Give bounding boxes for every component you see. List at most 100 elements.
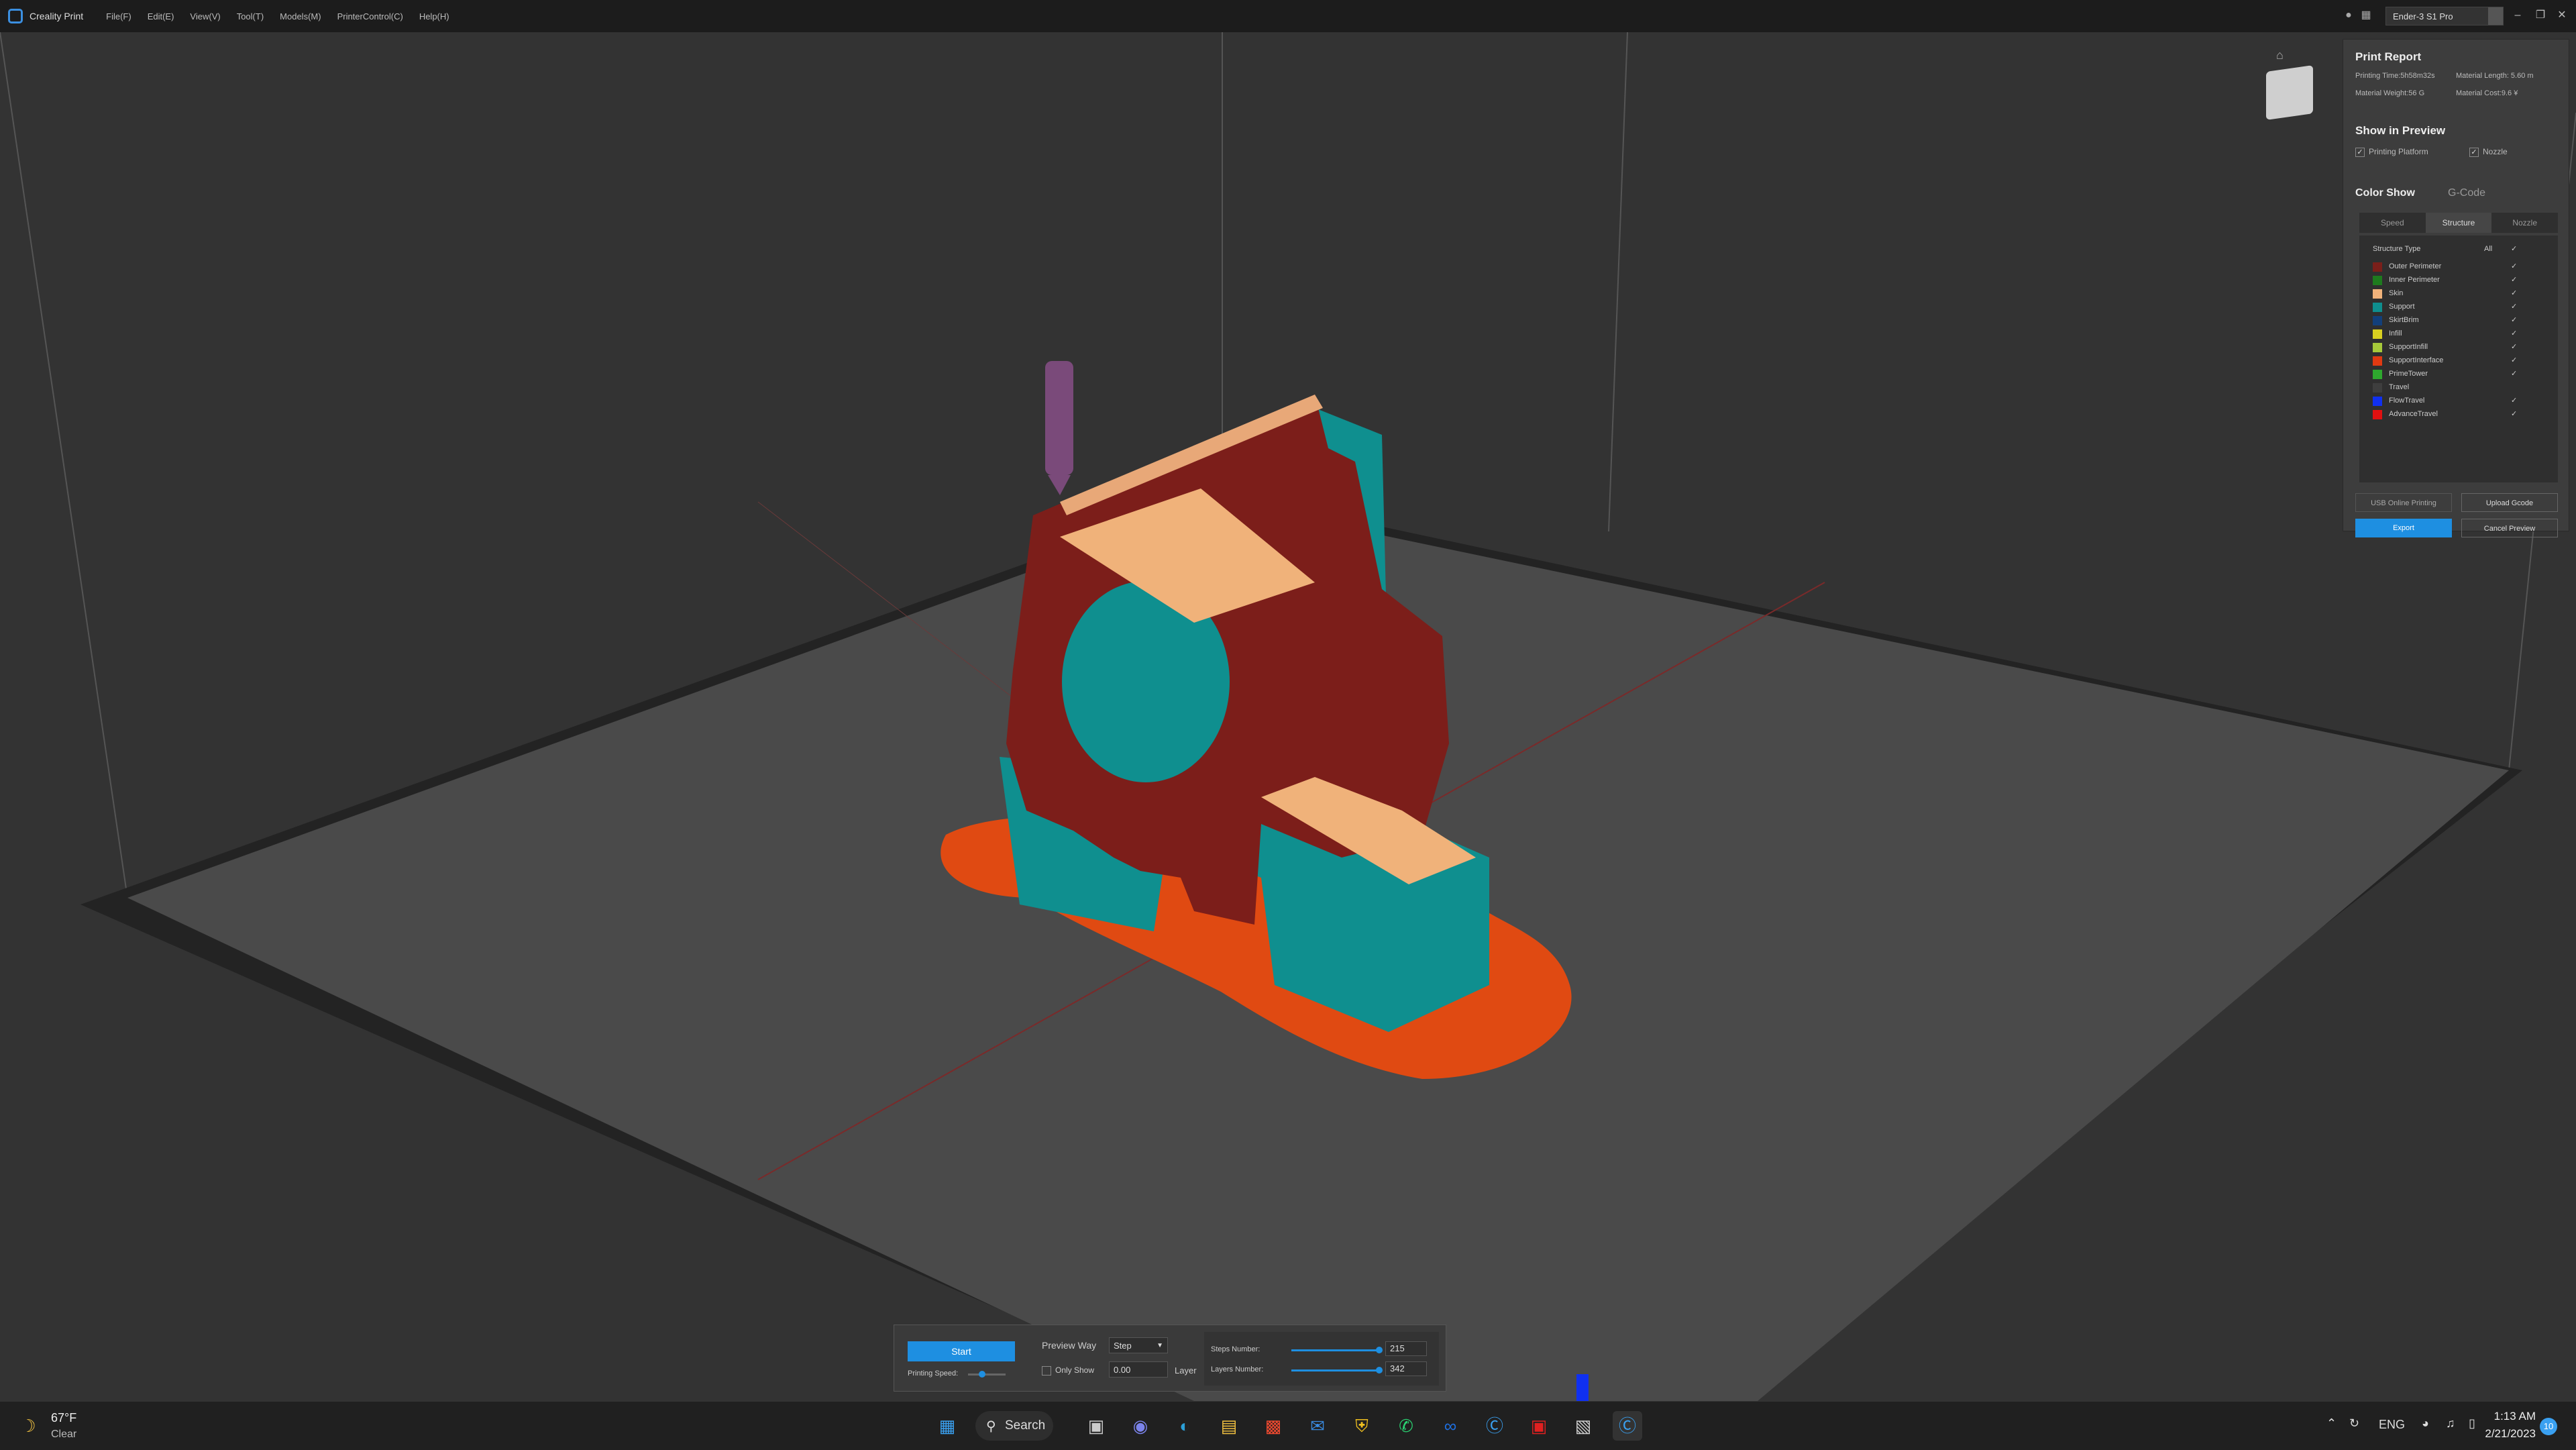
store-icon[interactable]: ▩ <box>1258 1411 1288 1441</box>
steps-number-input[interactable]: 215 <box>1385 1341 1427 1356</box>
legend-item-label: Skin <box>2389 289 2404 297</box>
search-button[interactable]: ⚲ Search <box>975 1411 1053 1441</box>
menu-tool[interactable]: Tool(T) <box>237 11 264 21</box>
menu-view[interactable]: View(V) <box>190 11 220 21</box>
upload-gcode-button[interactable]: Upload Gcode <box>2461 493 2558 512</box>
usb-online-printing-button[interactable]: USB Online Printing <box>2355 493 2452 512</box>
restore-button[interactable]: ❐ <box>2533 8 2548 23</box>
legend-item-label: AdvanceTravel <box>2389 410 2438 418</box>
menu-models[interactable]: Models(M) <box>280 11 321 21</box>
task-view-icon[interactable]: ▣ <box>1081 1411 1111 1441</box>
steps-slider[interactable] <box>1291 1349 1379 1351</box>
notification-badge[interactable]: 10 <box>2540 1418 2557 1435</box>
legend-item[interactable]: SupportInfill ✓ <box>2373 340 2554 354</box>
view-cube[interactable] <box>2266 65 2313 120</box>
3d-viewport[interactable]: ⌂ <box>0 32 2576 1401</box>
app-icon[interactable]: ∞ <box>1436 1411 1465 1441</box>
tab-nozzle[interactable]: Nozzle <box>2491 213 2558 233</box>
legend-item[interactable]: Travel <box>2373 380 2554 394</box>
check-icon[interactable]: ✓ <box>2511 354 2517 367</box>
creality-icon[interactable]: Ⓒ <box>1480 1411 1509 1441</box>
legend-item[interactable]: SkirtBrim ✓ <box>2373 313 2554 327</box>
layers-slider[interactable] <box>1291 1369 1379 1371</box>
cancel-preview-button[interactable]: Cancel Preview <box>2461 519 2558 537</box>
legend-item[interactable]: Infill ✓ <box>2373 327 2554 340</box>
shield-icon[interactable]: ⛨ <box>1347 1411 1377 1441</box>
layers-slider-knob[interactable] <box>1376 1367 1383 1374</box>
wifi-icon[interactable]: ◕ <box>2422 1416 2429 1431</box>
check-icon[interactable]: ✓ <box>2511 260 2517 273</box>
library-icon[interactable]: ▦ <box>2360 9 2372 21</box>
printing-platform-label: Printing Platform <box>2369 147 2428 156</box>
home-icon[interactable]: ⌂ <box>2276 48 2290 62</box>
check-icon[interactable]: ✓ <box>2511 340 2517 354</box>
printing-platform-checkbox[interactable]: ✓ Printing Platform <box>2355 147 2428 157</box>
menu-edit[interactable]: Edit(E) <box>148 11 174 21</box>
clock-date[interactable]: 2/21/2023 <box>2473 1427 2536 1441</box>
steps-number-value: 215 <box>1390 1343 1405 1353</box>
legend-item[interactable]: AdvanceTravel ✓ <box>2373 407 2554 421</box>
language-indicator[interactable]: ENG <box>2379 1418 2405 1432</box>
legend-item[interactable]: Outer Perimeter ✓ <box>2373 260 2554 273</box>
legend-item[interactable]: Inner Perimeter ✓ <box>2373 273 2554 287</box>
whatsapp-icon[interactable]: ✆ <box>1391 1411 1421 1441</box>
printing-speed-track[interactable] <box>968 1374 1006 1376</box>
steps-slider-knob[interactable] <box>1376 1347 1383 1353</box>
check-icon[interactable]: ✓ <box>2511 273 2517 287</box>
check-icon[interactable]: ✓ <box>2511 407 2517 421</box>
legend-item[interactable]: FlowTravel ✓ <box>2373 394 2554 407</box>
edge-icon[interactable]: ◐ <box>1170 1411 1199 1441</box>
tab-structure[interactable]: Structure <box>2425 213 2492 233</box>
start-menu-icon[interactable]: ▦ <box>932 1411 962 1441</box>
menu-file[interactable]: File(F) <box>106 11 131 21</box>
preview-way-select[interactable]: Step ▼ <box>1109 1337 1168 1353</box>
only-show-input[interactable]: 0.00 <box>1109 1361 1168 1378</box>
menu-printer-control[interactable]: PrinterControl(C) <box>337 11 403 21</box>
sync-icon[interactable]: ↻ <box>2349 1416 2359 1431</box>
printing-speed-knob[interactable] <box>979 1371 985 1378</box>
creality-print-active-icon[interactable]: Ⓒ <box>1613 1411 1642 1441</box>
printer-select[interactable]: Ender-3 S1 Pro <box>2385 7 2504 25</box>
color-swatch <box>2373 262 2382 272</box>
gcode-label[interactable]: G-Code <box>2448 187 2485 199</box>
teams-icon[interactable]: ◉ <box>1126 1411 1155 1441</box>
mail-icon[interactable]: ✉ <box>1303 1411 1332 1441</box>
check-icon[interactable]: ✓ <box>2511 287 2517 300</box>
check-icon[interactable]: ✓ <box>2511 327 2517 340</box>
nozzle-checkbox[interactable]: ✓ Nozzle <box>2469 147 2508 157</box>
legend-item[interactable]: Support ✓ <box>2373 300 2554 313</box>
user-icon[interactable]: ● <box>2343 9 2355 21</box>
file-explorer-icon[interactable]: ▤ <box>1214 1411 1244 1441</box>
minimize-button[interactable]: – <box>2510 8 2525 23</box>
check-icon[interactable]: ✓ <box>2511 313 2517 327</box>
material-weight: Material Weight:56 G <box>2355 89 2425 97</box>
color-show-title: Color Show <box>2355 187 2415 199</box>
all-check-icon[interactable]: ✓ <box>2511 242 2517 256</box>
legend-item[interactable]: PrimeTower ✓ <box>2373 367 2554 380</box>
close-button[interactable]: ✕ <box>2555 8 2569 23</box>
weather-condition[interactable]: Clear <box>51 1429 76 1441</box>
steps-number-label: Steps Number: <box>1211 1345 1260 1353</box>
checkbox-icon <box>1042 1365 1051 1376</box>
menu-help[interactable]: Help(H) <box>419 11 449 21</box>
only-show-checkbox[interactable]: Only Show <box>1042 1365 1094 1376</box>
solidworks-icon[interactable]: ▣ <box>1524 1411 1554 1441</box>
chevron-up-icon[interactable]: ⌃ <box>2326 1416 2337 1431</box>
only-show-label: Only Show <box>1055 1365 1095 1375</box>
legend-item[interactable]: Skin ✓ <box>2373 287 2554 300</box>
start-button[interactable]: Start <box>908 1341 1015 1361</box>
app-logo-icon <box>8 9 23 23</box>
structure-legend: Structure Type All ✓ Outer Perimeter ✓ Inn… <box>2359 236 2558 482</box>
weather-temp[interactable]: 67°F <box>51 1411 76 1425</box>
check-icon[interactable]: ✓ <box>2511 300 2517 313</box>
export-button[interactable]: Export <box>2355 519 2452 537</box>
layers-number-input[interactable]: 342 <box>1385 1361 1427 1376</box>
legend-item[interactable]: SupportInterface ✓ <box>2373 354 2554 367</box>
check-icon[interactable]: ✓ <box>2511 367 2517 380</box>
tab-speed[interactable]: Speed <box>2359 213 2426 233</box>
volume-icon[interactable]: ♫ <box>2446 1416 2455 1431</box>
slicer-icon[interactable]: ▧ <box>1568 1411 1598 1441</box>
clock-time[interactable]: 1:13 AM <box>2482 1410 2536 1423</box>
check-icon[interactable]: ✓ <box>2511 394 2517 407</box>
weather-moon-icon[interactable]: ☽ <box>13 1411 43 1441</box>
